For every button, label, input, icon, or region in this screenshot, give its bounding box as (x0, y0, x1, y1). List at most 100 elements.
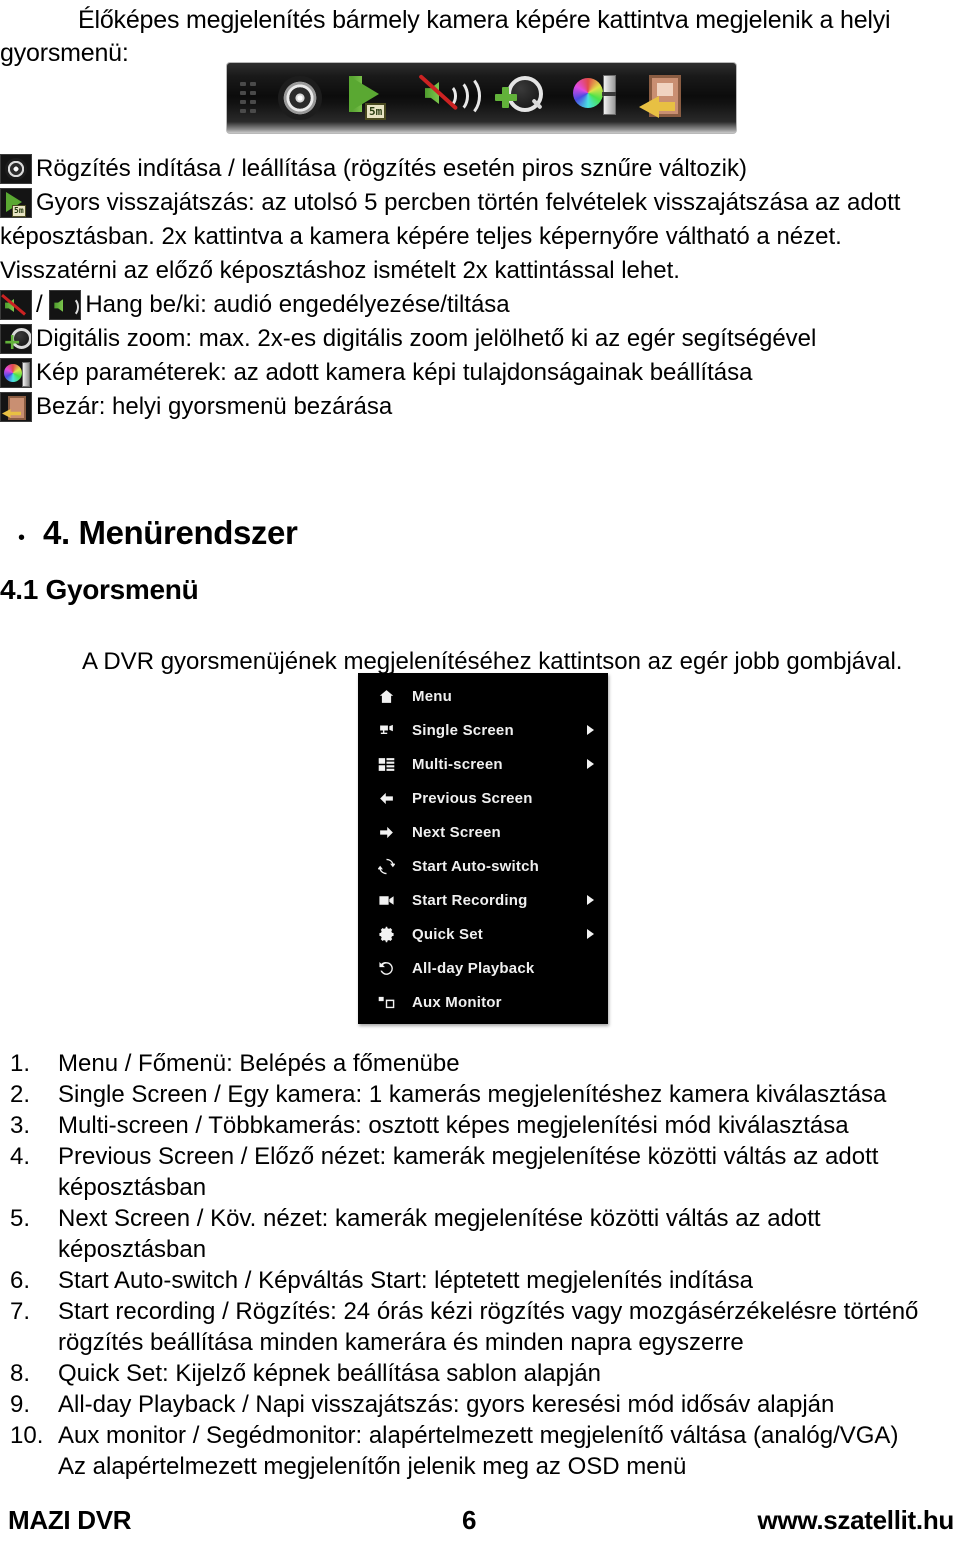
menu-item-descriptions: 1. Menu / Főmenü: Belépés a főmenübe 2. Sin… (10, 1048, 955, 1482)
multiscreen-icon (374, 754, 398, 774)
list-item-line: Single Screen / Egy kamera: 1 kamerás me… (58, 1081, 887, 1108)
legend-zoom-row: Digitális zoom: max. 2x-es digitális zoo… (0, 322, 950, 356)
legend-playback-line-3: Visszatérni az előző képosztáshoz isméte… (0, 257, 680, 284)
list-item-line: Previous Screen / Előző nézet: kamerák m… (58, 1143, 879, 1170)
rewind-clock-icon (374, 958, 398, 978)
aux-monitor-icon (374, 992, 398, 1012)
list-item-line: Start Auto-switch / Képváltás Start: lép… (58, 1267, 754, 1294)
record-icon (0, 154, 32, 184)
legend-audio-separator: / (36, 291, 43, 318)
audio-on-icon (49, 290, 82, 320)
list-item: 5. Next Screen / Köv. nézet: kamerák megj… (10, 1203, 955, 1265)
context-menu-item-all-day-playback[interactable]: All-day Playback (358, 951, 608, 985)
context-menu-item-previous-screen[interactable]: Previous Screen (358, 781, 608, 815)
intro-line-2: gyorsmenü: (0, 39, 129, 67)
legend-zoom-text: Digitális zoom: max. 2x-es digitális zoo… (36, 325, 817, 352)
quick-playback-icon[interactable]: 5m (341, 70, 407, 126)
quick-menu-toolbar: 5m (226, 62, 737, 134)
legend-close-text: Bezár: helyi gyorsmenü bezárása (36, 393, 393, 420)
loop-icon (374, 856, 398, 876)
submenu-arrow-icon (587, 895, 594, 905)
legend-image-row: Kép paraméterek: az adott kamera képi tu… (0, 356, 950, 390)
list-item: 9. All-day Playback / Napi visszajátszás:… (10, 1389, 955, 1420)
context-menu-item-quick-set[interactable]: Quick Set (358, 917, 608, 951)
context-menu-item-label: Multi-screen (412, 755, 503, 773)
image-settings-icon[interactable] (563, 70, 629, 126)
close-icon[interactable] (637, 70, 703, 126)
context-menu-item-menu[interactable]: Menu (358, 679, 608, 713)
close-icon (0, 392, 32, 422)
context-menu-item-label: Quick Set (412, 925, 483, 943)
context-menu-item-label: Start Auto-switch (412, 857, 540, 875)
legend-playback-line-1: Gyors visszajátszás: az utolsó 5 percben… (36, 189, 901, 216)
list-item-text: Start Auto-switch / Képváltás Start: lép… (58, 1265, 955, 1296)
list-item-number: 1. (10, 1050, 31, 1077)
list-item: 8. Quick Set: Kijelző képnek beállítása s… (10, 1358, 955, 1389)
list-item-line: Aux monitor / Segédmonitor: alapértelmez… (58, 1422, 899, 1449)
list-item-text: Previous Screen / Előző nézet: kamerák m… (58, 1141, 955, 1203)
home-icon (374, 686, 398, 706)
legend-record-row: Rögzítés indítása / leállítása (rögzítés… (0, 152, 950, 186)
list-item-line: rögzítés beállítása minden kamerára és m… (58, 1329, 744, 1356)
context-menu-item-next-screen[interactable]: Next Screen (358, 815, 608, 849)
submenu-arrow-icon (587, 929, 594, 939)
digital-zoom-icon (0, 324, 32, 354)
list-item-text: Start recording / Rögzítés: 24 órás kézi… (58, 1296, 955, 1358)
page-footer: MAZI DVR 6 www.szatellit.hu (0, 1505, 960, 1545)
list-item: 2. Single Screen / Egy kamera: 1 kamerás … (10, 1079, 955, 1110)
image-settings-icon (0, 358, 32, 388)
record-icon[interactable] (267, 70, 333, 126)
arrow-right-icon (374, 822, 398, 842)
context-menu-item-label: Menu (412, 687, 452, 705)
quick-playback-icon (0, 188, 32, 218)
list-item: 1. Menu / Főmenü: Belépés a főmenübe (10, 1048, 955, 1079)
legend-playback-row: Gyors visszajátszás: az utolsó 5 percben… (0, 186, 950, 220)
context-menu-item-aux-monitor[interactable]: Aux Monitor (358, 985, 608, 1019)
audio-mute-icon[interactable] (415, 70, 481, 126)
context-menu-item-label: Single Screen (412, 721, 514, 739)
list-item-number: 8. (10, 1360, 31, 1387)
icon-legend: Rögzítés indítása / leállítása (rögzítés… (0, 152, 950, 424)
legend-audio-row: / Hang be/ki: audió engedélyezése/tiltás… (0, 288, 950, 322)
list-item-number: 6. (10, 1267, 31, 1294)
list-item-line: Az alapértelmezett megjelenítőn jelenik … (58, 1453, 687, 1480)
list-item: 4. Previous Screen / Előző nézet: kamerák… (10, 1141, 955, 1203)
section-heading: 4. Menürendszer (43, 514, 298, 551)
list-item-text: Menu / Főmenü: Belépés a főmenübe (58, 1048, 955, 1079)
legend-audio-text: Hang be/ki: audió engedélyezése/tiltása (85, 291, 510, 318)
list-item-number: 2. (10, 1081, 31, 1108)
subsection-heading: 4.1 Gyorsmenü (0, 574, 199, 605)
list-item-number: 3. (10, 1112, 31, 1139)
drag-handle-icon[interactable] (235, 78, 261, 118)
list-item-text: Aux monitor / Segédmonitor: alapértelmez… (58, 1420, 955, 1482)
context-menu-item-label: All-day Playback (412, 959, 535, 977)
context-menu-item-label: Previous Screen (412, 789, 533, 807)
heading-bullet: • (18, 527, 26, 549)
context-menu-item-label: Aux Monitor (412, 993, 502, 1011)
context-menu-item-start-recording[interactable]: Start Recording (358, 883, 608, 917)
list-item-line: Start recording / Rögzítés: 24 órás kézi… (58, 1298, 919, 1325)
camera-icon (374, 720, 398, 740)
arrow-left-icon (374, 788, 398, 808)
legend-playback-line-2-row: képosztásban. 2x kattintva a kamera képé… (0, 220, 950, 254)
list-item-line: képosztásban (58, 1236, 207, 1263)
submenu-arrow-icon (587, 725, 594, 735)
footer-website: www.szatellit.hu (757, 1505, 955, 1535)
list-item-text: Single Screen / Egy kamera: 1 kamerás me… (58, 1079, 955, 1110)
footer-product: MAZI DVR (8, 1505, 132, 1535)
context-menu-item-multi-screen[interactable]: Multi-screen (358, 747, 608, 781)
list-item-text: Multi-screen / Többkamerás: osztott képe… (58, 1110, 955, 1141)
legend-close-row: Bezár: helyi gyorsmenü bezárása (0, 390, 950, 424)
list-item-line: képosztásban (58, 1174, 207, 1201)
context-menu-item-single-screen[interactable]: Single Screen (358, 713, 608, 747)
context-menu-item-start-auto-switch[interactable]: Start Auto-switch (358, 849, 608, 883)
list-item-number: 5. (10, 1205, 31, 1232)
list-item-text: Next Screen / Köv. nézet: kamerák megjel… (58, 1203, 955, 1265)
list-item: 3. Multi-screen / Többkamerás: osztott ké… (10, 1110, 955, 1141)
list-item-line: Quick Set: Kijelző képnek beállítása sab… (58, 1360, 601, 1387)
digital-zoom-icon[interactable] (489, 70, 555, 126)
intro-line-1: Élőképes megjelenítés bármely kamera kép… (78, 6, 891, 34)
intro-paragraph: Élőképes megjelenítés bármely kamera kép… (0, 4, 945, 70)
audio-mute-icon (0, 290, 32, 320)
list-item-line: Menu / Főmenü: Belépés a főmenübe (58, 1050, 460, 1077)
